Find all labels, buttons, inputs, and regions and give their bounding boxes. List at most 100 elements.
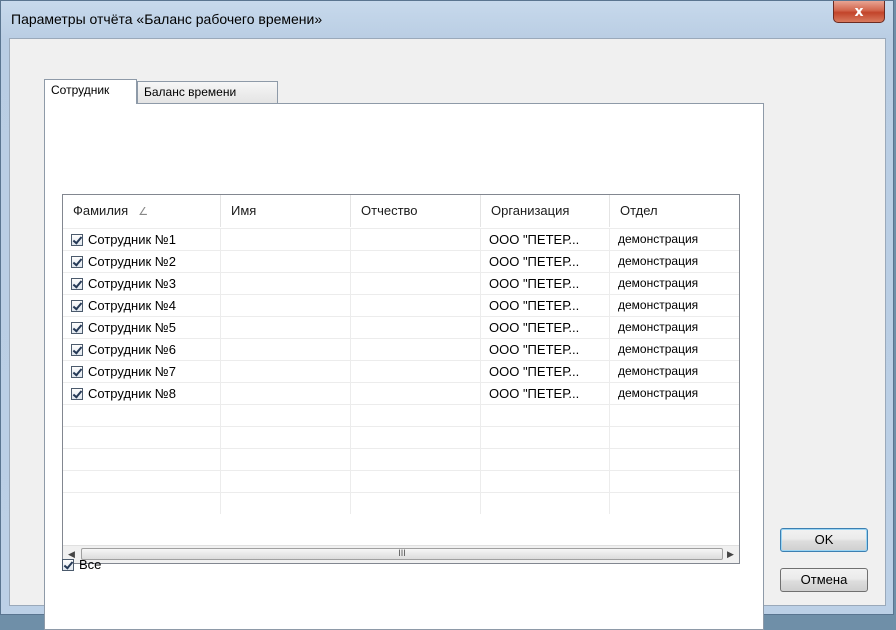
cell-organization: ООО "ПЕТЕР... xyxy=(481,361,610,382)
horizontal-scrollbar[interactable]: ◀ III ▶ xyxy=(63,545,739,563)
empty-table-row xyxy=(63,448,739,470)
row-checkbox-icon[interactable] xyxy=(71,256,83,268)
table-row[interactable]: Сотрудник №1 ООО "ПЕТЕР... демонстрация xyxy=(63,228,739,250)
cell-surname: Сотрудник №8 xyxy=(63,383,221,404)
cell-organization xyxy=(481,405,610,426)
cell-organization-text: ООО "ПЕТЕР... xyxy=(489,342,580,357)
cell-department-text: демонстрация xyxy=(618,232,699,246)
cell-organization: ООО "ПЕТЕР... xyxy=(481,383,610,404)
cell-department xyxy=(610,471,739,492)
cell-department-text: демонстрация xyxy=(618,386,699,400)
empty-table-row xyxy=(63,470,739,492)
cell-name xyxy=(221,273,351,294)
row-checkbox-icon[interactable] xyxy=(71,234,83,246)
table-row[interactable]: Сотрудник №2 ООО "ПЕТЕР... демонстрация xyxy=(63,250,739,272)
table-row[interactable]: Сотрудник №8 ООО "ПЕТЕР... демонстрация xyxy=(63,382,739,404)
cell-patronymic xyxy=(351,471,481,492)
cell-surname-text: Сотрудник №1 xyxy=(88,232,176,247)
scroll-right-icon[interactable]: ▶ xyxy=(722,546,739,563)
cell-surname-text: Сотрудник №7 xyxy=(88,364,176,379)
cell-department-text: демонстрация xyxy=(618,320,699,334)
tab-employee[interactable]: Сотрудник xyxy=(44,79,137,104)
select-all-label: Все xyxy=(79,557,102,572)
cell-organization-text: ООО "ПЕТЕР... xyxy=(489,320,580,335)
row-checkbox-icon[interactable] xyxy=(71,388,83,400)
cell-name xyxy=(221,493,351,514)
employee-grid: Фамилия ∠ Имя Отчество Организация Отдел … xyxy=(62,194,740,564)
cell-name xyxy=(221,317,351,338)
cell-department: демонстрация xyxy=(610,273,739,294)
cell-organization xyxy=(481,471,610,492)
cell-surname-text: Сотрудник №5 xyxy=(88,320,176,335)
cell-surname xyxy=(63,471,221,492)
cell-organization: ООО "ПЕТЕР... xyxy=(481,251,610,272)
scroll-grip-icon: III xyxy=(398,548,406,558)
cell-patronymic xyxy=(351,427,481,448)
cell-department xyxy=(610,427,739,448)
scrollbar-thumb[interactable]: III xyxy=(81,548,723,560)
row-checkbox-icon[interactable] xyxy=(71,322,83,334)
title-bar[interactable]: Параметры отчёта «Баланс рабочего времен… xyxy=(1,1,893,39)
column-header-name[interactable]: Имя xyxy=(221,195,351,227)
cell-department-text: демонстрация xyxy=(618,254,699,268)
cell-surname-text: Сотрудник №3 xyxy=(88,276,176,291)
cell-patronymic xyxy=(351,361,481,382)
cell-department: демонстрация xyxy=(610,339,739,360)
tab-time-balance[interactable]: Баланс времени xyxy=(137,81,278,103)
column-header-patronymic[interactable]: Отчество xyxy=(351,195,481,227)
cell-surname: Сотрудник №2 xyxy=(63,251,221,272)
cell-organization-text: ООО "ПЕТЕР... xyxy=(489,232,580,247)
cell-organization xyxy=(481,493,610,514)
cell-name xyxy=(221,383,351,404)
cell-surname: Сотрудник №3 xyxy=(63,273,221,294)
cell-organization: ООО "ПЕТЕР... xyxy=(481,295,610,316)
cell-name xyxy=(221,339,351,360)
column-header-surname[interactable]: Фамилия ∠ xyxy=(63,195,221,227)
cell-department-text: демонстрация xyxy=(618,364,699,378)
cell-surname xyxy=(63,405,221,426)
cell-department: демонстрация xyxy=(610,317,739,338)
cell-organization-text: ООО "ПЕТЕР... xyxy=(489,298,580,313)
cell-surname-text: Сотрудник №2 xyxy=(88,254,176,269)
cell-surname xyxy=(63,427,221,448)
cell-name xyxy=(221,449,351,470)
cell-department: демонстрация xyxy=(610,295,739,316)
row-checkbox-icon[interactable] xyxy=(71,278,83,290)
cell-patronymic xyxy=(351,295,481,316)
cell-name xyxy=(221,427,351,448)
grid-header: Фамилия ∠ Имя Отчество Организация Отдел xyxy=(63,195,739,228)
table-row[interactable]: Сотрудник №5 ООО "ПЕТЕР... демонстрация xyxy=(63,316,739,338)
select-all-checkbox[interactable]: Все xyxy=(62,557,101,572)
column-header-department[interactable]: Отдел xyxy=(610,195,739,227)
cell-organization xyxy=(481,449,610,470)
table-row[interactable]: Сотрудник №3 ООО "ПЕТЕР... демонстрация xyxy=(63,272,739,294)
row-checkbox-icon[interactable] xyxy=(71,300,83,312)
cell-name xyxy=(221,471,351,492)
cell-surname-text: Сотрудник №6 xyxy=(88,342,176,357)
sort-ascending-icon: ∠ xyxy=(138,206,149,218)
row-checkbox-icon[interactable] xyxy=(71,366,83,378)
cell-department: демонстрация xyxy=(610,361,739,382)
cancel-button[interactable]: Отмена xyxy=(780,568,868,592)
cell-surname: Сотрудник №6 xyxy=(63,339,221,360)
cell-surname: Сотрудник №5 xyxy=(63,317,221,338)
ok-button[interactable]: OK xyxy=(780,528,868,552)
table-row[interactable]: Сотрудник №4 ООО "ПЕТЕР... демонстрация xyxy=(63,294,739,316)
tab-employee-label: Сотрудник xyxy=(51,83,110,97)
close-button[interactable]: x xyxy=(833,1,885,23)
table-row[interactable]: Сотрудник №6 ООО "ПЕТЕР... демонстрация xyxy=(63,338,739,360)
cell-name xyxy=(221,251,351,272)
table-row[interactable]: Сотрудник №7 ООО "ПЕТЕР... демонстрация xyxy=(63,360,739,382)
cell-department: демонстрация xyxy=(610,383,739,404)
cell-surname-text: Сотрудник №4 xyxy=(88,298,176,313)
cell-surname: Сотрудник №1 xyxy=(63,229,221,250)
row-checkbox-icon[interactable] xyxy=(71,344,83,356)
cell-patronymic xyxy=(351,383,481,404)
tab-time-balance-label: Баланс времени xyxy=(144,85,237,99)
cell-surname-text: Сотрудник №8 xyxy=(88,386,176,401)
cell-name xyxy=(221,295,351,316)
empty-table-row xyxy=(63,404,739,426)
cell-organization-text: ООО "ПЕТЕР... xyxy=(489,254,580,269)
column-header-organization[interactable]: Организация xyxy=(481,195,610,227)
checkbox-checked-icon xyxy=(62,559,74,571)
